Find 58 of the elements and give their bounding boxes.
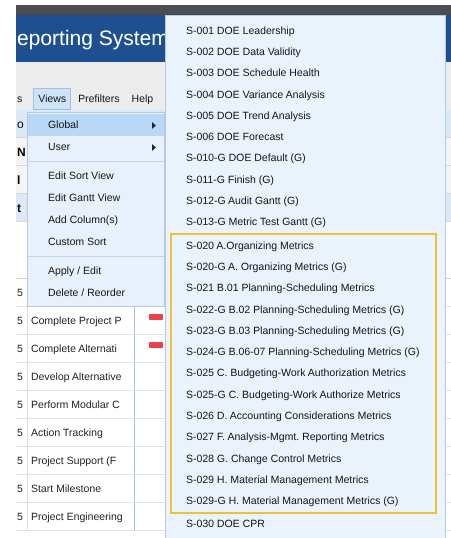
menu-item[interactable]: S-026 D. Accounting Considerations Metrics [172, 405, 435, 427]
menu-item[interactable]: S-030 DOE CPR [166, 514, 445, 536]
menu-item[interactable]: S-013-G Metric Test Gantt (G) [166, 212, 445, 233]
table-cell-text: 5 [16, 342, 24, 354]
menu-item[interactable]: S-010-G DOE Default (G) [166, 148, 445, 170]
menu-item[interactable]: S-006 DOE Forecast [166, 126, 445, 148]
table-cell-text: 5 [16, 454, 24, 466]
task-name-cell: Complete Alternati [27, 335, 135, 362]
task-name-cell: Project Engineering [27, 503, 135, 530]
task-name-cell: Action Tracking [27, 419, 135, 446]
task-name-cell: Start Milestone [27, 475, 135, 502]
submenu-arrow-icon [152, 144, 156, 150]
menu-item[interactable]: S-025 C. Budgeting-Work Authorization Metrics [172, 362, 435, 384]
menu-item[interactable]: S-001 DOE Leadership [166, 20, 445, 42]
table-cell-text: 5 [16, 314, 24, 326]
task-name-cell: Develop Alternative [27, 363, 135, 390]
menu-item[interactable]: S-005 DOE Trend Analysis [166, 105, 445, 126]
menu-item[interactable]: Add Column(s) [28, 209, 164, 231]
submenu-arrow-icon [152, 122, 156, 128]
menu-item[interactable]: S-011-G Finish (G) [166, 169, 445, 190]
menu-item[interactable]: S-002 DOE Data Validity [166, 41, 445, 63]
menu-item[interactable]: User [28, 136, 164, 158]
task-name-cell: Project Support (F [27, 447, 135, 474]
menu-item[interactable]: S-004 DOE Variance Analysis [166, 84, 445, 106]
grid-text: N [16, 144, 26, 158]
menu-bar-item[interactable]: s [16, 88, 28, 110]
menu-item[interactable]: S-021 B.01 Planning-Scheduling Metrics [172, 278, 435, 299]
menu-bar-item[interactable]: Help [126, 88, 158, 110]
table-cell-text: 5 [16, 370, 24, 382]
menu-item[interactable]: S-024-G B.06-07 Planning-Scheduling Metrics (G) [172, 341, 435, 363]
menu-item[interactable]: S-012-G Audit Gantt (G) [166, 190, 445, 212]
menu-item[interactable]: Edit Gantt View [28, 187, 164, 209]
menu-item[interactable]: S-023-G B.03 Planning-Scheduling Metrics (G) [172, 320, 435, 342]
grid-text: t [16, 200, 21, 214]
toolbar-text: o [16, 116, 24, 130]
table-cell-text: 5 [16, 398, 24, 410]
task-name-cell: Perform Modular C [27, 391, 135, 418]
menu-item[interactable]: S-028 G. Change Control Metrics [172, 448, 435, 470]
menu-item[interactable]: S-027 F. Analysis-Mgmt. Reporting Metrics [172, 426, 435, 448]
menu-item[interactable]: Delete / Reorder [28, 282, 164, 304]
menu-bar-item[interactable]: Views [33, 88, 72, 110]
menu-item[interactable]: S-020 A.Organizing Metrics [172, 234, 435, 256]
table-cell-text: 5 [16, 286, 24, 298]
menu-item[interactable]: Global [28, 114, 164, 136]
menu-item[interactable]: S-022-G B.02 Planning-Scheduling Metrics (G) [172, 298, 435, 320]
menu-item[interactable]: S-003 DOE Schedule Health [166, 62, 445, 84]
menu-item[interactable]: Edit Sort View [28, 165, 164, 187]
table-cell-text: 5 [16, 426, 24, 438]
menu-item[interactable]: S-025-G C. Budgeting-Work Authorize Metrics [172, 384, 435, 406]
table-cell-text: 5 [16, 510, 24, 522]
menu-item[interactable]: Custom Sort [28, 231, 164, 253]
table-cell-text: 5 [16, 482, 24, 494]
menu-item[interactable]: Apply / Edit [28, 260, 164, 282]
menu-item[interactable]: S-020-G A. Organizing Metrics (G) [172, 256, 435, 278]
grid-text: l [16, 172, 20, 186]
menu-item[interactable]: S-029 H. Material Management Metrics [172, 469, 435, 491]
menu-item[interactable]: S-029-G H. Material Management Metrics (G) [172, 490, 435, 512]
menu-bar-item[interactable]: Prefilters [73, 88, 125, 110]
